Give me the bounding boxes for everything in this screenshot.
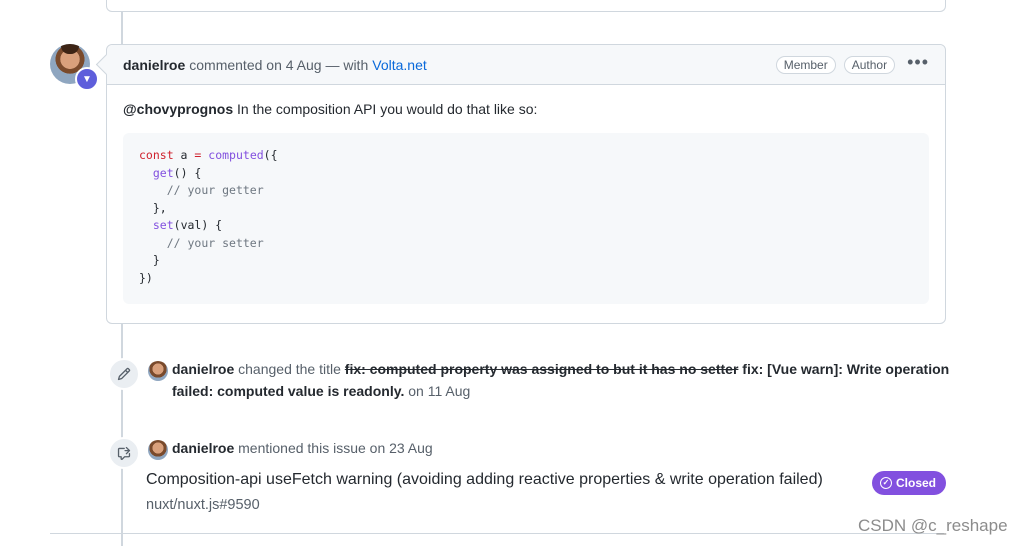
rename-event: danielroe changed the title fix: compute… [108,358,952,402]
code-token: (val) { [173,218,223,232]
referenced-issue-repo[interactable]: nuxt/nuxt.js#9590 [146,497,260,513]
code-line: const a = computed({ [139,147,913,165]
code-token: ({ [263,148,278,162]
via-link[interactable]: Volta.net [372,57,427,73]
code-token: }, [139,200,167,215]
member-badge: Member [775,55,836,74]
cross-reference-icon [108,437,140,469]
code-line: set(val) { [139,217,913,235]
comment-text: @chovyprognos In the composition API you… [123,101,929,117]
comment-meta: commented on 4 Aug — with [189,56,369,73]
rename-date[interactable]: on 11 Aug [404,383,470,399]
code-token: computed [208,148,264,162]
event-author[interactable]: danielroe [172,361,234,377]
code-token: get [152,165,174,180]
code-line: // your getter [139,182,913,200]
comment-sentence: In the composition API you would do that… [233,101,538,117]
mention-action: mentioned this issue on 23 Aug [234,440,433,456]
avatar[interactable] [148,440,168,460]
comment-body: @chovyprognos In the composition API you… [107,85,945,320]
code-line: } [139,252,913,270]
previous-comment-bottom [106,0,946,12]
check-circle-icon: ✓ [880,477,892,489]
rename-event-text: danielroe changed the title fix: compute… [172,358,952,402]
rename-action: changed the title [234,361,345,377]
code-token: // your getter [166,183,264,197]
author-badge: Author [843,55,896,74]
code-token: () { [173,165,202,180]
code-token: const [139,148,174,162]
code-line: get() { [139,165,913,183]
code-token: }) [139,270,153,285]
header-actions: Member Author ••• [775,53,929,74]
comment-header: danielroe commented on 4 Aug — with Volt… [107,45,945,85]
code-line: // your setter [139,235,913,253]
referenced-issue-title[interactable]: Composition-api useFetch warning (avoidi… [146,471,823,489]
comment-author[interactable]: danielroe [123,57,185,73]
code-token: set [152,218,174,232]
volta-badge-icon: ▼ [75,67,99,91]
code-block: const a = computed({ get() { // your get… [123,133,929,304]
more-options-icon[interactable]: ••• [907,53,929,73]
old-title: fix: computed property was assigned to b… [344,361,739,377]
code-token: } [139,253,160,267]
pencil-icon [108,358,140,390]
user-mention[interactable]: @chovyprognos [123,101,233,117]
status-badge: ✓ Closed [872,471,947,495]
mention-event-text: danielroe mentioned this issue on 23 Aug [172,437,433,459]
event-author[interactable]: danielroe [172,440,234,456]
code-line: }) [139,270,913,288]
code-token: // your setter [166,235,264,250]
avatar[interactable] [148,361,168,381]
status-label: Closed [896,476,937,490]
watermark: CSDN @c_reshape [858,516,1008,535]
mention-event: danielroe mentioned this issue on 23 Aug [108,437,433,469]
code-line: }, [139,200,913,218]
divider [50,533,944,534]
comment-box: danielroe commented on 4 Aug — with Volt… [106,44,946,324]
code-token: a [173,148,195,162]
